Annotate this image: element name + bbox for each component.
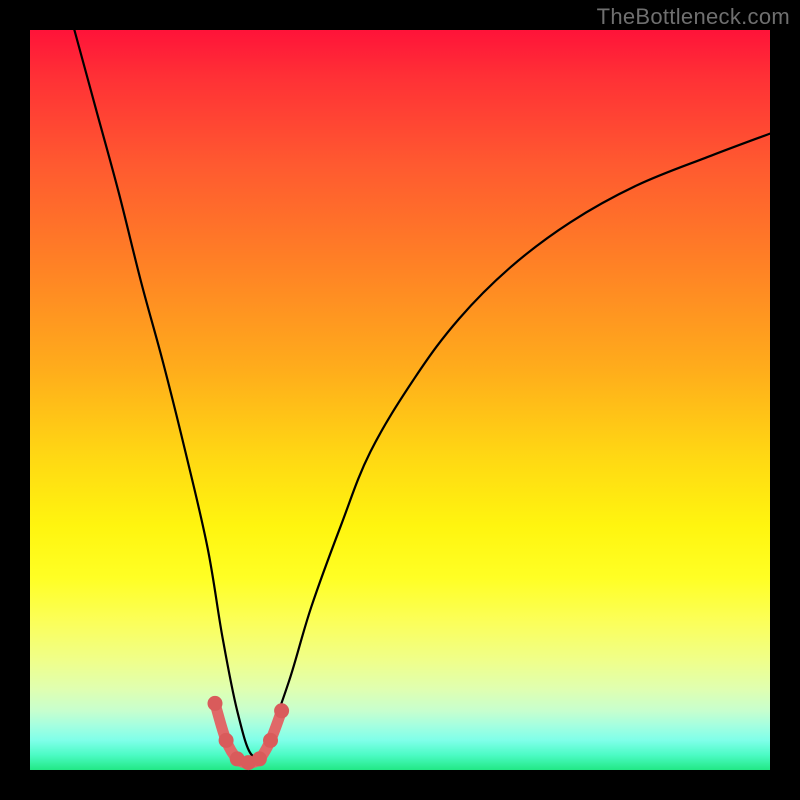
optimal-marker-dot bbox=[274, 703, 289, 718]
chart-plot-area bbox=[30, 30, 770, 770]
watermark-text: TheBottleneck.com bbox=[597, 4, 790, 30]
optimal-marker-dot bbox=[263, 733, 278, 748]
chart-frame: TheBottleneck.com bbox=[0, 0, 800, 800]
bottleneck-curve bbox=[74, 30, 770, 757]
optimal-marker-dot bbox=[252, 751, 267, 766]
optimal-marker-dot bbox=[219, 733, 234, 748]
curve-svg bbox=[30, 30, 770, 770]
optimal-marker-dot bbox=[208, 696, 223, 711]
